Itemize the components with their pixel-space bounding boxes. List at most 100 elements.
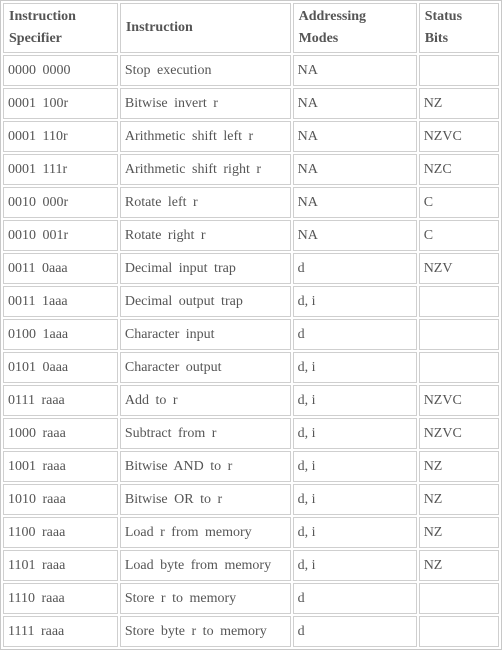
cell-instruction-specifier: 1001 raaa [3, 451, 118, 482]
cell-instruction-specifier: 1100 raaa [3, 517, 118, 548]
table-row: 0010 001r Rotate right r NA C [3, 220, 499, 251]
header-addressing-modes: Addressing Modes [292, 3, 417, 53]
cell-status-bits: NZ [418, 451, 499, 482]
cell-instruction-specifier: 0111 raaa [3, 385, 118, 416]
cell-status-bits [418, 583, 499, 614]
cell-instruction-specifier: 1101 raaa [3, 550, 118, 581]
cell-status-bits [418, 319, 499, 350]
cell-status-bits: NZVC [418, 121, 499, 152]
cell-instruction: Stop execution [119, 55, 291, 86]
cell-addressing-modes: d, i [292, 451, 417, 482]
cell-addressing-modes: d [292, 583, 417, 614]
cell-instruction: Subtract from r [119, 418, 291, 449]
cell-addressing-modes: d [292, 319, 417, 350]
cell-addressing-modes: d, i [292, 550, 417, 581]
header-text: Bits [424, 31, 449, 46]
cell-status-bits: NZ [418, 550, 499, 581]
cell-instruction: Character output [119, 352, 291, 383]
cell-addressing-modes: NA [292, 55, 417, 86]
cell-addressing-modes: d, i [292, 484, 417, 515]
cell-instruction: Load r from memory [119, 517, 291, 548]
table-row: 0100 1aaa Character input d [3, 319, 499, 350]
cell-instruction-specifier: 0101 0aaa [3, 352, 118, 383]
header-instruction: Instruction [119, 3, 291, 53]
table-row: 1110 raaa Store r to memory d [3, 583, 499, 614]
cell-instruction-specifier: 0011 1aaa [3, 286, 118, 317]
table-row: 0000 0000 Stop execution NA [3, 55, 499, 86]
table-row: 0010 000r Rotate left r NA C [3, 187, 499, 218]
cell-instruction-specifier: 0001 111r [3, 154, 118, 185]
table-row: 1101 raaa Load byte from memory d, i NZ [3, 550, 499, 581]
cell-instruction-specifier: 1000 raaa [3, 418, 118, 449]
cell-status-bits [418, 55, 499, 86]
cell-status-bits: NZ [418, 484, 499, 515]
header-status-bits: Status Bits [418, 3, 499, 53]
cell-instruction-specifier: 1111 raaa [3, 616, 118, 647]
cell-status-bits: NZV [418, 253, 499, 284]
header-text: Status [424, 9, 463, 24]
cell-instruction: Store byte r to memory [119, 616, 291, 647]
cell-addressing-modes: NA [292, 187, 417, 218]
cell-status-bits: NZVC [418, 418, 499, 449]
table-row: 0101 0aaa Character output d, i [3, 352, 499, 383]
cell-instruction: Decimal output trap [119, 286, 291, 317]
cell-status-bits: C [418, 187, 499, 218]
cell-addressing-modes: d [292, 253, 417, 284]
cell-instruction-specifier: 0000 0000 [3, 55, 118, 86]
cell-addressing-modes: d, i [292, 385, 417, 416]
table-row: 0011 0aaa Decimal input trap d NZV [3, 253, 499, 284]
cell-instruction: Store r to memory [119, 583, 291, 614]
cell-addressing-modes: NA [292, 121, 417, 152]
cell-addressing-modes: NA [292, 88, 417, 119]
cell-instruction: Bitwise invert r [119, 88, 291, 119]
cell-instruction-specifier: 0001 100r [3, 88, 118, 119]
header-text: Addressing [298, 9, 367, 24]
cell-instruction-specifier: 0011 0aaa [3, 253, 118, 284]
cell-status-bits: NZ [418, 517, 499, 548]
header-text: Specifier [9, 31, 62, 46]
table-row: 1001 raaa Bitwise AND to r d, i NZ [3, 451, 499, 482]
cell-instruction-specifier: 0100 1aaa [3, 319, 118, 350]
table-row: 1010 raaa Bitwise OR to r d, i NZ [3, 484, 499, 515]
cell-instruction: Arithmetic shift left r [119, 121, 291, 152]
cell-instruction-specifier: 0010 001r [3, 220, 118, 251]
table-row: 0001 110r Arithmetic shift left r NA NZVC [3, 121, 499, 152]
cell-status-bits: C [418, 220, 499, 251]
cell-instruction: Bitwise AND to r [119, 451, 291, 482]
cell-status-bits: NZVC [418, 385, 499, 416]
cell-instruction-specifier: 1010 raaa [3, 484, 118, 515]
cell-instruction: Rotate left r [119, 187, 291, 218]
cell-instruction: Rotate right r [119, 220, 291, 251]
header-text: Modes [298, 31, 339, 46]
cell-status-bits [418, 352, 499, 383]
cell-addressing-modes: d [292, 616, 417, 647]
table-row: 1111 raaa Store byte r to memory d [3, 616, 499, 647]
cell-instruction: Character input [119, 319, 291, 350]
cell-instruction: Decimal input trap [119, 253, 291, 284]
cell-instruction-specifier: 0001 110r [3, 121, 118, 152]
cell-status-bits [418, 286, 499, 317]
cell-instruction-specifier: 0010 000r [3, 187, 118, 218]
instruction-set-table: Instruction Specifier Instruction Address… [0, 0, 502, 650]
cell-addressing-modes: NA [292, 220, 417, 251]
cell-status-bits [418, 616, 499, 647]
cell-instruction: Bitwise OR to r [119, 484, 291, 515]
table-header-row: Instruction Specifier Instruction Address… [3, 3, 499, 53]
table-body: 0000 0000 Stop execution NA 0001 100r Bitwis… [3, 55, 499, 647]
header-text: Instruction [9, 9, 76, 24]
table-row: 1100 raaa Load r from memory d, i NZ [3, 517, 499, 548]
cell-instruction: Add to r [119, 385, 291, 416]
cell-status-bits: NZC [418, 154, 499, 185]
header-instruction-specifier: Instruction Specifier [3, 3, 118, 53]
cell-addressing-modes: d, i [292, 286, 417, 317]
cell-instruction: Load byte from memory [119, 550, 291, 581]
table-row: 1000 raaa Subtract from r d, i NZVC [3, 418, 499, 449]
table-row: 0001 100r Bitwise invert r NA NZ [3, 88, 499, 119]
cell-instruction-specifier: 1110 raaa [3, 583, 118, 614]
cell-addressing-modes: d, i [292, 418, 417, 449]
table-row: 0001 111r Arithmetic shift right r NA NZC [3, 154, 499, 185]
cell-addressing-modes: d, i [292, 352, 417, 383]
table-row: 0011 1aaa Decimal output trap d, i [3, 286, 499, 317]
cell-status-bits: NZ [418, 88, 499, 119]
cell-addressing-modes: d, i [292, 517, 417, 548]
